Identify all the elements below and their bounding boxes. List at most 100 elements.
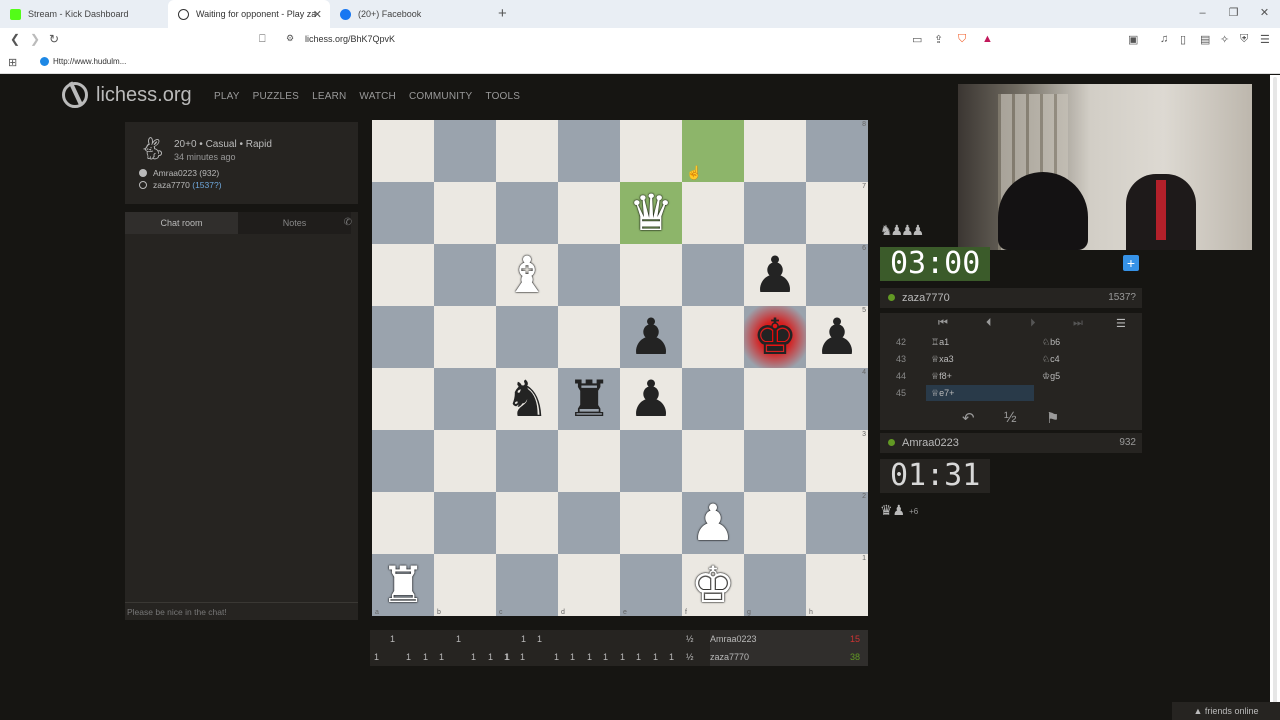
first-move-icon[interactable]: ⏮ xyxy=(938,317,948,330)
white-queen-icon[interactable]: ♛ xyxy=(629,188,674,238)
resign-flag-icon[interactable]: ⚑ xyxy=(1046,409,1059,427)
square-d1[interactable]: d xyxy=(558,554,620,616)
leo-icon[interactable]: ✧ xyxy=(1220,33,1229,46)
crosstable-player[interactable]: Amraa0223 15 xyxy=(710,630,868,648)
crosstable-player[interactable]: zaza7770 38 xyxy=(710,648,868,666)
nav-play[interactable]: PLAY xyxy=(214,91,240,102)
game-score[interactable]: 1 xyxy=(406,652,411,662)
nav-watch[interactable]: WATCH xyxy=(359,91,396,102)
close-window-icon[interactable]: ✕ xyxy=(1249,0,1280,28)
white-player-entry[interactable]: zaza7770 (1537?) xyxy=(139,180,222,190)
prev-move-icon[interactable]: ⏴ xyxy=(986,317,992,330)
takeback-icon[interactable]: ↶ xyxy=(962,409,975,427)
square-h3[interactable]: 3 xyxy=(806,430,868,492)
phone-icon[interactable]: ✆ xyxy=(344,217,352,228)
square-a8[interactable] xyxy=(372,120,434,182)
game-score[interactable]: 1 xyxy=(390,634,395,644)
square-d2[interactable] xyxy=(558,492,620,554)
move-white[interactable]: ♕xa3 xyxy=(931,354,954,365)
black-pawn-icon[interactable]: ♟ xyxy=(629,312,674,362)
square-b8[interactable] xyxy=(434,120,496,182)
vpn-icon[interactable]: ⛨ xyxy=(1240,33,1248,46)
chess-board[interactable]: 8 ♛ 7 ♝ ♟ 6 ♟ ♚ 5 ♟ ♞ ♜ ♟ 4 3 ♟ 2 a ♜ b c d e f ♚ g 1 h xyxy=(372,120,868,616)
close-tab-icon[interactable]: ✕ xyxy=(313,8,322,21)
last-move-icon[interactable]: ⏭ xyxy=(1073,317,1083,330)
square-f4[interactable] xyxy=(682,368,744,430)
wallet-icon[interactable]: ▤ xyxy=(1200,33,1210,46)
game-score[interactable]: 1 xyxy=(488,652,493,662)
square-e8[interactable] xyxy=(620,120,682,182)
square-g3[interactable] xyxy=(744,430,806,492)
square-g1[interactable]: g xyxy=(744,554,806,616)
square-f2[interactable]: ♟ xyxy=(682,492,744,554)
square-a1[interactable]: a ♜ xyxy=(372,554,434,616)
game-score[interactable]: 1 xyxy=(374,652,379,662)
tab-facebook[interactable]: (20+) Facebook xyxy=(330,0,498,28)
move-white[interactable]: ♕e7+ xyxy=(931,388,954,399)
black-rook-icon[interactable]: ♜ xyxy=(567,374,612,424)
game-score[interactable]: 1 xyxy=(471,652,476,662)
game-score[interactable]: 1 xyxy=(570,652,575,662)
nav-learn[interactable]: LEARN xyxy=(312,91,346,102)
square-a4[interactable] xyxy=(372,368,434,430)
game-score[interactable]: 1 xyxy=(423,652,428,662)
square-g7[interactable] xyxy=(744,182,806,244)
bookmark-icon[interactable]: ⎕ xyxy=(259,33,266,46)
rewards-icon[interactable]: ▲ xyxy=(982,33,993,45)
square-c5[interactable] xyxy=(496,306,558,368)
black-king-icon[interactable]: ♚ xyxy=(753,312,798,362)
nav-puzzles[interactable]: PUZZLES xyxy=(253,91,299,102)
back-icon[interactable]: ❮ xyxy=(10,32,20,46)
menu-icon[interactable]: ☰ xyxy=(1116,317,1126,330)
square-h2[interactable]: 2 xyxy=(806,492,868,554)
square-e7[interactable]: ♛ xyxy=(620,182,682,244)
restore-icon[interactable]: ❐ xyxy=(1218,0,1249,28)
page-scrollbar[interactable] xyxy=(1270,75,1280,720)
bookmark-item[interactable]: Http://www.hudulm... xyxy=(40,57,126,66)
black-player-entry[interactable]: Amraa0223 (932) xyxy=(139,168,219,178)
square-b4[interactable] xyxy=(434,368,496,430)
square-d8[interactable] xyxy=(558,120,620,182)
square-f7[interactable] xyxy=(682,182,744,244)
url-field[interactable]: lichess.org/BhK7QpvK xyxy=(305,34,395,44)
square-e2[interactable] xyxy=(620,492,682,554)
bottom-player-bar[interactable]: Amraa0223 932 xyxy=(880,433,1142,453)
black-pawn-icon[interactable]: ♟ xyxy=(815,312,860,362)
square-e1[interactable]: e xyxy=(620,554,682,616)
apps-grid-icon[interactable]: ⊞ xyxy=(8,56,17,69)
move-white[interactable]: ♖a1 xyxy=(931,337,949,348)
square-g6[interactable]: ♟ xyxy=(744,244,806,306)
move-white[interactable]: ♕f8+ xyxy=(931,371,952,382)
black-knight-icon[interactable]: ♞ xyxy=(505,374,550,424)
square-g2[interactable] xyxy=(744,492,806,554)
square-b2[interactable] xyxy=(434,492,496,554)
square-a5[interactable] xyxy=(372,306,434,368)
white-king-icon[interactable]: ♚ xyxy=(691,560,736,610)
screen-icon[interactable]: ▭ xyxy=(912,33,922,46)
square-d5[interactable] xyxy=(558,306,620,368)
square-d4[interactable]: ♜ xyxy=(558,368,620,430)
square-f6[interactable] xyxy=(682,244,744,306)
square-f5[interactable] xyxy=(682,306,744,368)
square-c7[interactable] xyxy=(496,182,558,244)
square-c3[interactable] xyxy=(496,430,558,492)
music-icon[interactable]: ♫ xyxy=(1160,33,1168,45)
square-h1[interactable]: 1h xyxy=(806,554,868,616)
lichess-logo[interactable]: lichess.org xyxy=(62,82,192,108)
game-score[interactable]: 1 xyxy=(653,652,658,662)
friends-online-button[interactable]: ▲ friends online xyxy=(1172,702,1280,720)
black-pawn-icon[interactable]: ♟ xyxy=(753,250,798,300)
tab-chat-room[interactable]: Chat room xyxy=(125,212,238,234)
game-score[interactable]: 1 xyxy=(521,634,526,644)
brave-shield-icon[interactable]: ⛉ xyxy=(958,33,966,46)
square-b3[interactable] xyxy=(434,430,496,492)
square-c4[interactable]: ♞ xyxy=(496,368,558,430)
game-score[interactable]: 1 xyxy=(520,652,525,662)
square-h8[interactable]: 8 xyxy=(806,120,868,182)
square-g5[interactable]: ♚ xyxy=(744,306,806,368)
game-score[interactable]: 1 xyxy=(554,652,559,662)
move-black[interactable]: ♔g5 xyxy=(1042,371,1060,382)
reload-icon[interactable]: ↻ xyxy=(49,32,59,46)
square-h5[interactable]: 5 ♟ xyxy=(806,306,868,368)
square-b1[interactable]: b xyxy=(434,554,496,616)
